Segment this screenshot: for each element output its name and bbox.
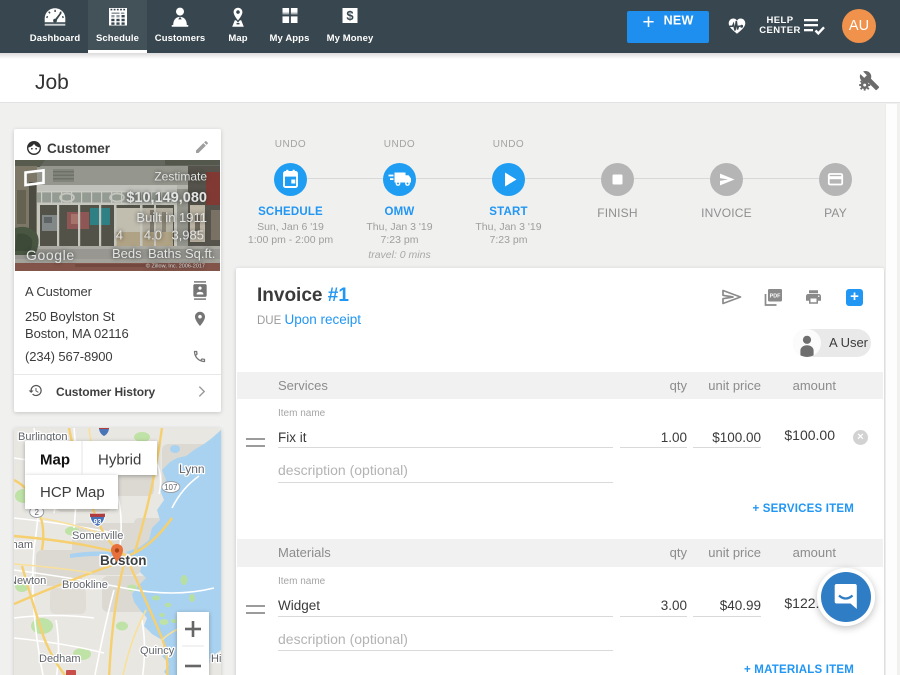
svg-text:PDF: PDF bbox=[770, 294, 781, 300]
svg-text:Quincy: Quincy bbox=[140, 645, 175, 657]
svg-text:Lynn: Lynn bbox=[179, 462, 205, 476]
svg-text:Dedham: Dedham bbox=[39, 653, 81, 665]
svg-text:Brookline: Brookline bbox=[62, 579, 108, 591]
svg-text:Hi: Hi bbox=[211, 653, 221, 665]
svg-text:Hybrid: Hybrid bbox=[98, 452, 141, 469]
svg-text:Boston: Boston bbox=[100, 553, 147, 568]
svg-text:Newton: Newton bbox=[14, 575, 46, 587]
svg-text:2: 2 bbox=[34, 508, 39, 517]
svg-text:$: $ bbox=[346, 8, 354, 23]
svg-text:93: 93 bbox=[94, 519, 102, 526]
svg-text:Map: Map bbox=[40, 452, 70, 469]
svg-text:107: 107 bbox=[164, 483, 178, 492]
svg-text:HCP Map: HCP Map bbox=[40, 484, 105, 501]
svg-text:Waltham: Waltham bbox=[14, 539, 33, 551]
svg-text:Somerville: Somerville bbox=[72, 530, 123, 542]
